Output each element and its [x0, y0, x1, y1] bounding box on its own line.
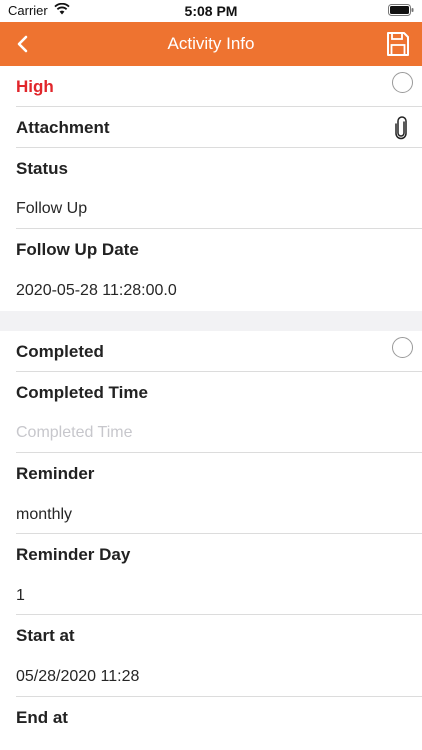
priority-row[interactable]: High: [0, 66, 422, 107]
reminder-day-label: Reminder Day: [16, 545, 131, 564]
page-title: Activity Info: [167, 34, 255, 53]
reminder-day-label-row: Reminder Day: [0, 534, 422, 575]
nav-bar: Activity Info: [0, 22, 422, 66]
reminder-day-value-row[interactable]: 1: [0, 575, 422, 616]
follow-up-label: Follow Up Date: [16, 240, 139, 259]
completed-time-input-row[interactable]: Completed Time: [0, 412, 422, 453]
attachment-row[interactable]: Attachment: [0, 107, 422, 148]
priority-radio[interactable]: [392, 72, 413, 93]
follow-up-label-row: Follow Up Date: [0, 229, 422, 270]
status-label-row: Status: [0, 148, 422, 189]
end-label: End at: [16, 708, 68, 727]
attachment-label: Attachment: [16, 118, 110, 137]
floppy-disk-icon: [387, 32, 409, 56]
completed-radio[interactable]: [392, 337, 413, 358]
reminder-day-value: 1: [16, 587, 25, 604]
status-label: Status: [16, 159, 68, 178]
status-bar: Carrier 5:08 PM: [0, 0, 422, 22]
start-label: Start at: [16, 626, 75, 645]
start-label-row: Start at: [0, 615, 422, 656]
priority-label: High: [16, 77, 54, 96]
battery-icon: [388, 4, 414, 19]
reminder-value: monthly: [16, 506, 73, 523]
completed-label: Completed: [16, 342, 104, 361]
completed-time-label-row: Completed Time: [0, 372, 422, 413]
completed-row[interactable]: Completed: [0, 331, 422, 372]
follow-up-value: 2020-05-28 11:28:00.0: [16, 282, 177, 299]
start-value-row[interactable]: 05/28/2020 11:28: [0, 656, 422, 697]
section-gap: [0, 311, 422, 331]
reminder-value-row[interactable]: monthly: [0, 494, 422, 535]
reminder-label: Reminder: [16, 464, 95, 483]
start-value: 05/28/2020 11:28: [16, 668, 140, 685]
reminder-label-row: Reminder: [0, 453, 422, 494]
status-value-row[interactable]: Follow Up: [0, 188, 422, 229]
end-label-row: End at: [0, 697, 422, 738]
status-value: Follow Up: [16, 200, 88, 217]
save-button[interactable]: [386, 31, 410, 57]
paperclip-icon[interactable]: [394, 116, 408, 140]
status-time: 5:08 PM: [184, 3, 238, 19]
completed-time-input[interactable]: Completed Time: [16, 412, 133, 453]
completed-time-label: Completed Time: [16, 383, 148, 402]
follow-up-value-row[interactable]: 2020-05-28 11:28:00.0: [0, 270, 422, 311]
